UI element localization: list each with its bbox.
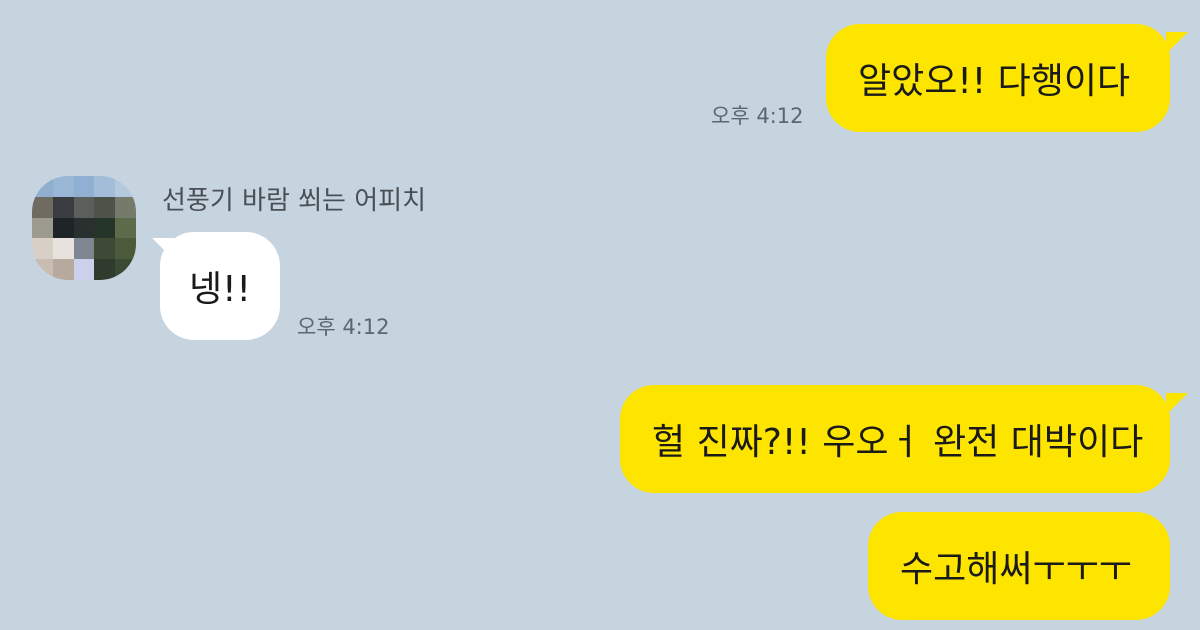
my-message-bubble[interactable]: 알았오!! 다행이다 (826, 24, 1170, 132)
message-timestamp: 오후 4:12 (711, 104, 804, 128)
my-message-bubble[interactable]: 헐 진짜?!! 우오ㅓ 완전 대박이다 (620, 385, 1170, 493)
message-text: 수고해써ㅜㅜㅜ (900, 549, 1132, 590)
message-text: 알았오!! 다행이다 (858, 61, 1131, 102)
sender-name: 선풍기 바람 쐬는 어피치 (162, 186, 426, 216)
my-message-bubble[interactable]: 수고해써ㅜㅜㅜ (868, 512, 1170, 620)
their-message-bubble[interactable]: 넹!! (160, 232, 280, 340)
message-text: 헐 진짜?!! 우오ㅓ 완전 대박이다 (652, 422, 1144, 463)
chat-area: 오후 4:12 알았오!! 다행이다 선풍기 바람 쐬는 어피치 넹!! 오후 … (0, 0, 1200, 630)
message-timestamp: 오후 4:12 (297, 315, 390, 339)
avatar[interactable] (32, 176, 136, 280)
message-text: 넹!! (189, 269, 251, 310)
